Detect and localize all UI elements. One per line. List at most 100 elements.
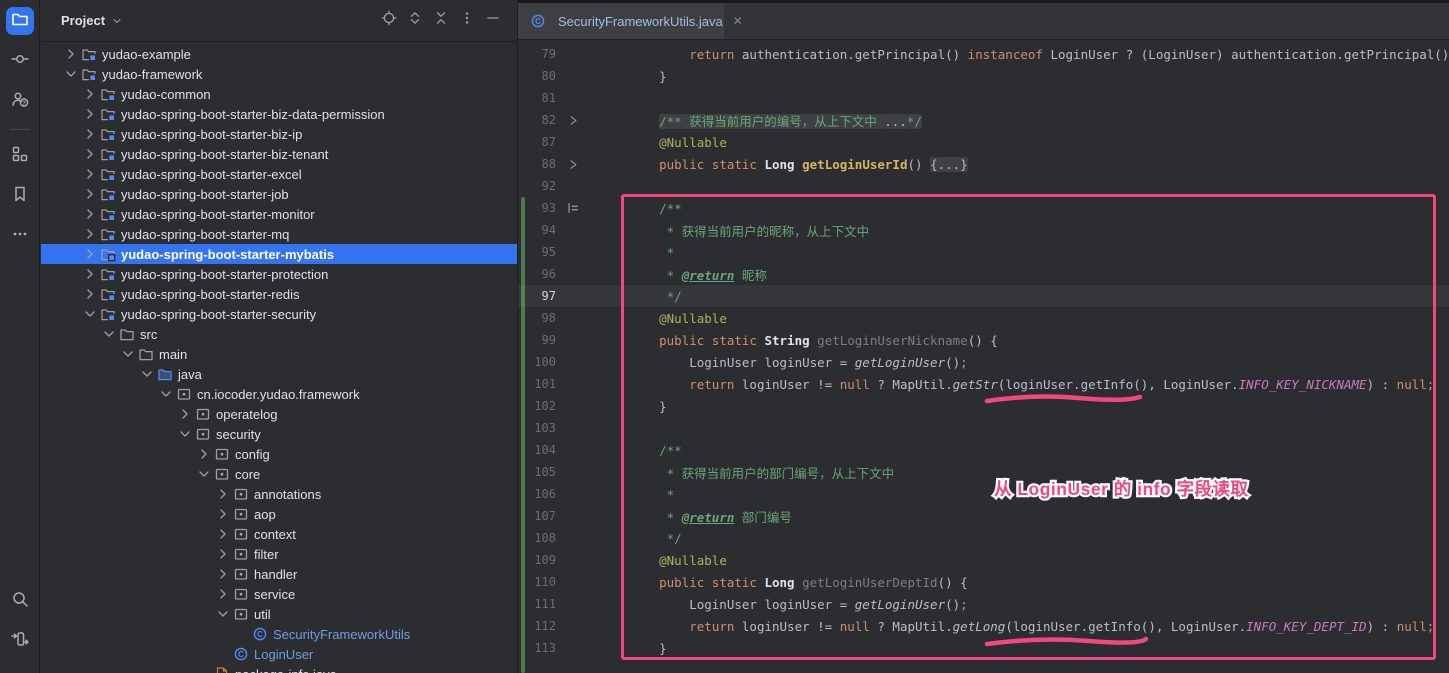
chevron-right-icon[interactable] — [215, 506, 231, 522]
code-line-100[interactable]: 100 LoginUser loginUser = getLoginUser()… — [518, 351, 1449, 373]
line-number[interactable]: 107 — [518, 509, 556, 523]
tree-item-main[interactable]: main — [41, 344, 517, 364]
line-number[interactable]: 94 — [518, 223, 556, 237]
terminal-button[interactable] — [6, 627, 34, 655]
line-number[interactable]: 92 — [518, 179, 556, 193]
code-line-109[interactable]: 109 @Nullable — [518, 549, 1449, 571]
tree-item-yudao-spring-boot-starter-biz-tenant[interactable]: yudao-spring-boot-starter-biz-tenant — [41, 144, 517, 164]
tree-item-src[interactable]: src — [41, 324, 517, 344]
tree-item-package-info-java[interactable]: package-info.java — [41, 664, 517, 673]
chevron-right-icon[interactable] — [215, 546, 231, 562]
line-number[interactable]: 108 — [518, 531, 556, 545]
chevron-down-icon[interactable] — [177, 426, 193, 442]
code-line-106[interactable]: 106 * — [518, 483, 1449, 505]
project-button[interactable] — [6, 7, 34, 35]
code-line-104[interactable]: 104 /** — [518, 439, 1449, 461]
line-number[interactable]: 80 — [518, 69, 556, 83]
tree-item-yudao-spring-boot-starter-protection[interactable]: yudao-spring-boot-starter-protection — [41, 264, 517, 284]
code-line-79[interactable]: 79 return authentication.getPrincipal() … — [518, 43, 1449, 65]
tree-item-context[interactable]: context — [41, 524, 517, 544]
tree-item-yudao-spring-boot-starter-redis[interactable]: yudao-spring-boot-starter-redis — [41, 284, 517, 304]
fold-icon[interactable] — [556, 158, 590, 171]
line-number[interactable]: 93 — [518, 201, 556, 215]
code-line-113[interactable]: 113 } — [518, 637, 1449, 659]
line-number[interactable]: 101 — [518, 377, 556, 391]
tree-item-cn-iocoder-yudao-framework[interactable]: cn.iocoder.yudao.framework — [41, 384, 517, 404]
chevron-down-icon[interactable] — [101, 326, 117, 342]
tab-close-icon[interactable]: ✕ — [733, 14, 743, 28]
chevron-down-icon[interactable] — [63, 66, 79, 82]
chevron-right-icon[interactable] — [82, 106, 98, 122]
line-number[interactable]: 100 — [518, 355, 556, 369]
project-tree[interactable]: yudao-exampleyudao-frameworkyudao-common… — [41, 44, 517, 673]
code-line-92[interactable]: 92 — [518, 175, 1449, 197]
chevron-right-icon[interactable] — [82, 86, 98, 102]
structure-button[interactable] — [6, 142, 34, 170]
line-number[interactable]: 82 — [518, 113, 556, 127]
code-line-111[interactable]: 111 LoginUser loginUser = getLoginUser()… — [518, 593, 1449, 615]
code-line-105[interactable]: 105 * 获得当前用户的部门编号，从上下文中 — [518, 461, 1449, 483]
chevron-right-icon[interactable] — [196, 446, 212, 462]
fold-icon[interactable] — [556, 114, 590, 127]
code-line-97[interactable]: 97 */ — [518, 285, 1449, 307]
chevron-right-icon[interactable] — [82, 186, 98, 202]
line-number[interactable]: 110 — [518, 575, 556, 589]
line-number[interactable]: 111 — [518, 597, 556, 611]
tree-item-yudao-spring-boot-starter-monitor[interactable]: yudao-spring-boot-starter-monitor — [41, 204, 517, 224]
tree-item-security[interactable]: security — [41, 424, 517, 444]
code-line-103[interactable]: 103 — [518, 417, 1449, 439]
chevron-down-icon[interactable] — [120, 346, 136, 362]
editor-pane[interactable]: C SecurityFrameworkUtils.java ✕ 79 retur… — [517, 0, 1449, 673]
search-button[interactable] — [6, 587, 34, 615]
line-number[interactable]: 88 — [518, 157, 556, 171]
code-line-88[interactable]: 88 public static Long getLoginUserId() {… — [518, 153, 1449, 175]
bookmarks-button[interactable] — [6, 182, 34, 210]
chevron-down-icon[interactable] — [158, 386, 174, 402]
line-number[interactable]: 113 — [518, 641, 556, 655]
line-number[interactable]: 87 — [518, 135, 556, 149]
code-line-80[interactable]: 80 } — [518, 65, 1449, 87]
chevron-right-icon[interactable] — [82, 246, 98, 262]
code-line-93[interactable]: 93 /** — [518, 197, 1449, 219]
tree-item-filter[interactable]: filter — [41, 544, 517, 564]
code-line-112[interactable]: 112 return loginUser != null ? MapUtil.g… — [518, 615, 1449, 637]
chevron-down-icon[interactable] — [82, 306, 98, 322]
tree-item-operatelog[interactable]: operatelog — [41, 404, 517, 424]
chevron-right-icon[interactable] — [82, 226, 98, 242]
chevron-down-icon[interactable] — [215, 606, 231, 622]
chevron-right-icon[interactable] — [215, 566, 231, 582]
tree-item-service[interactable]: service — [41, 584, 517, 604]
tab-securityframeworkutils[interactable]: C SecurityFrameworkUtils.java ✕ — [518, 3, 724, 39]
tree-item-yudao-spring-boot-starter-security[interactable]: yudao-spring-boot-starter-security — [41, 304, 517, 324]
code-line-81[interactable]: 81 — [518, 87, 1449, 109]
tree-item-loginuser[interactable]: CLoginUser — [41, 644, 517, 664]
chevron-right-icon[interactable] — [177, 406, 193, 422]
tree-item-handler[interactable]: handler — [41, 564, 517, 584]
line-number[interactable]: 79 — [518, 47, 556, 61]
options-menu-button[interactable] — [455, 9, 479, 33]
line-number[interactable]: 97 — [518, 289, 556, 303]
code-line-102[interactable]: 102 } — [518, 395, 1449, 417]
chevron-right-icon[interactable] — [215, 486, 231, 502]
chevron-down-icon[interactable] — [111, 15, 123, 27]
tree-item-yudao-common[interactable]: yudao-common — [41, 84, 517, 104]
tree-item-yudao-spring-boot-starter-biz-ip[interactable]: yudao-spring-boot-starter-biz-ip — [41, 124, 517, 144]
code-line-95[interactable]: 95 * — [518, 241, 1449, 263]
tree-item-yudao-spring-boot-starter-mq[interactable]: yudao-spring-boot-starter-mq — [41, 224, 517, 244]
tree-item-yudao-spring-boot-starter-job[interactable]: yudao-spring-boot-starter-job — [41, 184, 517, 204]
chevron-right-icon[interactable] — [82, 286, 98, 302]
tree-item-yudao-spring-boot-starter-excel[interactable]: yudao-spring-boot-starter-excel — [41, 164, 517, 184]
tree-item-yudao-example[interactable]: yudao-example — [41, 44, 517, 64]
code-line-96[interactable]: 96 * @return 昵称 — [518, 263, 1449, 285]
collapse-all-button[interactable] — [429, 9, 453, 33]
line-number[interactable]: 96 — [518, 267, 556, 281]
code-line-82[interactable]: 82 /** 获得当前用户的编号，从上下文中 ...*/ — [518, 109, 1449, 131]
tree-item-yudao-spring-boot-starter-biz-data-permission[interactable]: yudao-spring-boot-starter-biz-data-permi… — [41, 104, 517, 124]
expand-all-button[interactable] — [403, 9, 427, 33]
tree-item-annotations[interactable]: annotations — [41, 484, 517, 504]
select-opened-file-button[interactable] — [377, 9, 401, 33]
chevron-right-icon[interactable] — [82, 146, 98, 162]
code-line-110[interactable]: 110 public static Long getLoginUserDeptI… — [518, 571, 1449, 593]
chevron-right-icon[interactable] — [215, 586, 231, 602]
tree-item-config[interactable]: config — [41, 444, 517, 464]
